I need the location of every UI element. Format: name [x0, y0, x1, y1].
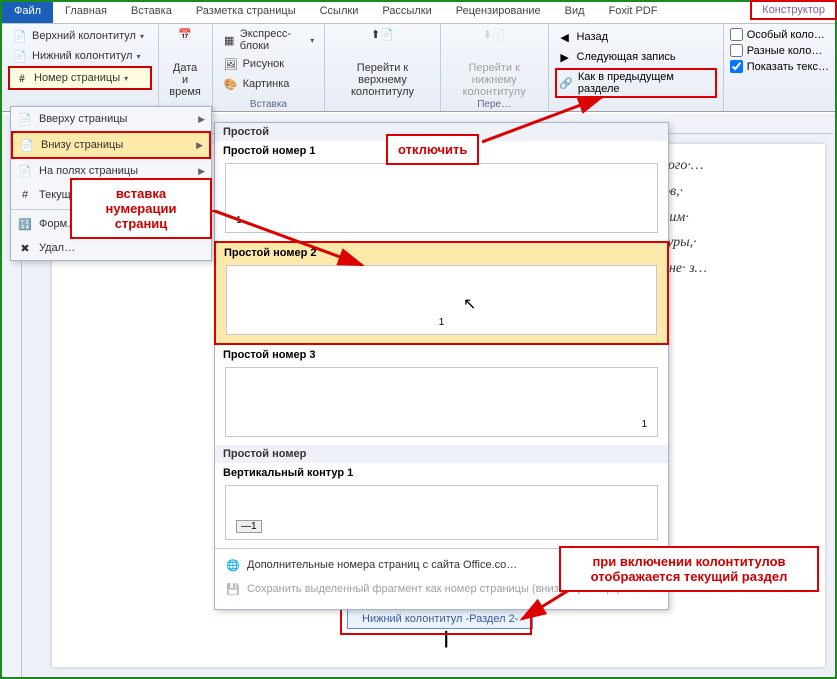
footer-label: Нижний колонтитул	[32, 50, 132, 62]
chevron-down-icon: ▾	[140, 32, 144, 41]
goto-footer-label: Перейти к нижнему колонтитулу	[455, 62, 534, 98]
chevron-down-icon: ▾	[310, 36, 314, 45]
gallery-preview: 1	[225, 367, 658, 437]
gallery-option-4[interactable]: Вертикальный контур 1 —1	[215, 463, 668, 540]
doc-icon: #	[17, 187, 33, 203]
page-number-icon: #️	[14, 70, 30, 86]
header-button[interactable]: 📄 Верхний колонтитул ▾	[8, 26, 152, 46]
nav-next[interactable]: ▶ Следующая запись	[555, 48, 717, 66]
blocks-icon: ▦	[223, 32, 236, 48]
gallery-preview: 1 ↖	[226, 265, 657, 335]
tab-layout[interactable]: Разметка страницы	[184, 2, 308, 23]
group-nav-label: Пере…	[441, 99, 548, 110]
nav-back[interactable]: ◀ Назад	[555, 28, 717, 46]
goto-header-icon: ⬆📄	[367, 28, 399, 60]
ribbon-body: 📄 Верхний колонтитул ▾ 📄 Нижний колонтит…	[2, 24, 835, 112]
cursor-icon: ↖	[463, 294, 476, 314]
save-icon: 💾	[225, 581, 241, 597]
doc-icon: 📄	[19, 137, 35, 153]
page-number-label: Номер страницы	[34, 72, 120, 84]
pn-remove[interactable]: ✖ Удал…	[11, 236, 211, 260]
calendar-icon: 📅	[169, 28, 201, 60]
date-time-button[interactable]: 📅 Дата и время	[161, 26, 209, 100]
chk-label: Особый коло…	[747, 29, 825, 41]
clipart-label: Картинка	[243, 78, 290, 90]
picture-icon: 🖼	[223, 56, 239, 72]
annotation-section: при включении колонтитулов отображается …	[559, 546, 819, 592]
pn-label: На полях страницы	[39, 165, 138, 177]
gallery-header-2: Простой номер	[215, 445, 668, 463]
doc-icon: 📄	[17, 163, 33, 179]
clipart-button[interactable]: 🎨 Картинка	[219, 74, 319, 94]
pn-label: Вверху страницы	[39, 113, 127, 125]
gallery-title: Простой номер 2	[216, 243, 667, 261]
gallery-preview: —1	[225, 485, 658, 540]
tab-foxit[interactable]: Foxit PDF	[597, 2, 670, 23]
nav-next-label: Следующая запись	[577, 51, 676, 63]
tab-review[interactable]: Рецензирование	[444, 2, 553, 23]
gallery-title: Простой номер 3	[215, 345, 668, 363]
group-insert-label: Вставка	[213, 99, 325, 110]
chevron-down-icon: ▾	[136, 52, 140, 61]
pn-bottom[interactable]: 📄 Внизу страницы ▶	[11, 131, 211, 159]
header-icon: 📄	[12, 28, 28, 44]
chevron-down-icon: ▾	[124, 74, 128, 83]
footer-icon: 📄	[12, 48, 28, 64]
tab-file[interactable]: Файл	[2, 2, 53, 23]
annotation-insert: вставка нумерации страниц	[70, 178, 212, 239]
tab-view[interactable]: Вид	[553, 2, 597, 23]
arrow-right-icon: ▶	[198, 114, 205, 125]
ribbon-tabs: Файл Главная Вставка Разметка страницы С…	[2, 2, 835, 24]
header-label: Верхний колонтитул	[32, 30, 136, 42]
quick-parts-label: Экспресс-блоки	[240, 28, 306, 52]
gallery-more-label: Дополнительные номера страниц с сайта Of…	[247, 559, 517, 571]
link-previous[interactable]: 🔗 Как в предыдущем разделе	[555, 68, 717, 98]
tab-refs[interactable]: Ссылки	[308, 2, 371, 23]
link-previous-label: Как в предыдущем разделе	[578, 71, 713, 95]
doc-icon: 📄	[17, 111, 33, 127]
gallery-option-3[interactable]: Простой номер 3 1	[215, 345, 668, 437]
tab-mail[interactable]: Рассылки	[370, 2, 443, 23]
gallery-option-2[interactable]: Простой номер 2 1 ↖	[214, 241, 669, 345]
chk-label: Разные коло…	[747, 45, 823, 57]
format-icon: 🔢	[17, 216, 33, 232]
tab-insert[interactable]: Вставка	[119, 2, 184, 23]
picture-button[interactable]: 🖼 Рисунок	[219, 54, 319, 74]
chk-show-text[interactable]: Показать текс…	[730, 60, 829, 73]
chk-special-first[interactable]: Особый коло…	[730, 28, 829, 41]
footer-button[interactable]: 📄 Нижний колонтитул ▾	[8, 46, 152, 66]
picture-label: Рисунок	[243, 58, 285, 70]
gallery-title: Вертикальный контур 1	[215, 463, 668, 481]
chk-different[interactable]: Разные коло…	[730, 44, 829, 57]
date-time-label: Дата и время	[169, 62, 201, 98]
remove-icon: ✖	[17, 240, 33, 256]
goto-header-label: Перейти к верхнему колонтитулу	[339, 62, 426, 98]
annotation-disable: отключить	[386, 134, 479, 165]
goto-footer-icon: ⬇📄	[478, 28, 510, 60]
pn-label: Внизу страницы	[41, 139, 123, 151]
nav-back-label: Назад	[577, 31, 609, 43]
quick-parts-button[interactable]: ▦ Экспресс-блоки ▾	[219, 26, 319, 54]
office-icon: 🌐	[225, 557, 241, 573]
gallery-preview: 1	[225, 163, 658, 233]
pn-top[interactable]: 📄 Вверху страницы ▶	[11, 107, 211, 131]
back-icon: ◀	[557, 29, 573, 45]
pn-label: Удал…	[39, 242, 75, 254]
tab-home[interactable]: Главная	[53, 2, 119, 23]
next-icon: ▶	[557, 49, 573, 65]
arrow-right-icon: ▶	[196, 140, 203, 151]
goto-header-button[interactable]: ⬆📄 Перейти к верхнему колонтитулу	[331, 26, 434, 100]
link-icon: 🔗	[559, 75, 574, 91]
clipart-icon: 🎨	[223, 76, 239, 92]
tab-design[interactable]: Конструктор	[750, 0, 837, 20]
goto-footer-button: ⬇📄 Перейти к нижнему колонтитулу	[447, 26, 542, 100]
chk-label: Показать текс…	[747, 61, 829, 73]
page-number-button[interactable]: #️ Номер страницы ▾	[8, 66, 152, 90]
arrow-right-icon: ▶	[198, 166, 205, 177]
page-number-gallery: Простой Простой номер 1 1 Простой номер …	[214, 122, 669, 610]
